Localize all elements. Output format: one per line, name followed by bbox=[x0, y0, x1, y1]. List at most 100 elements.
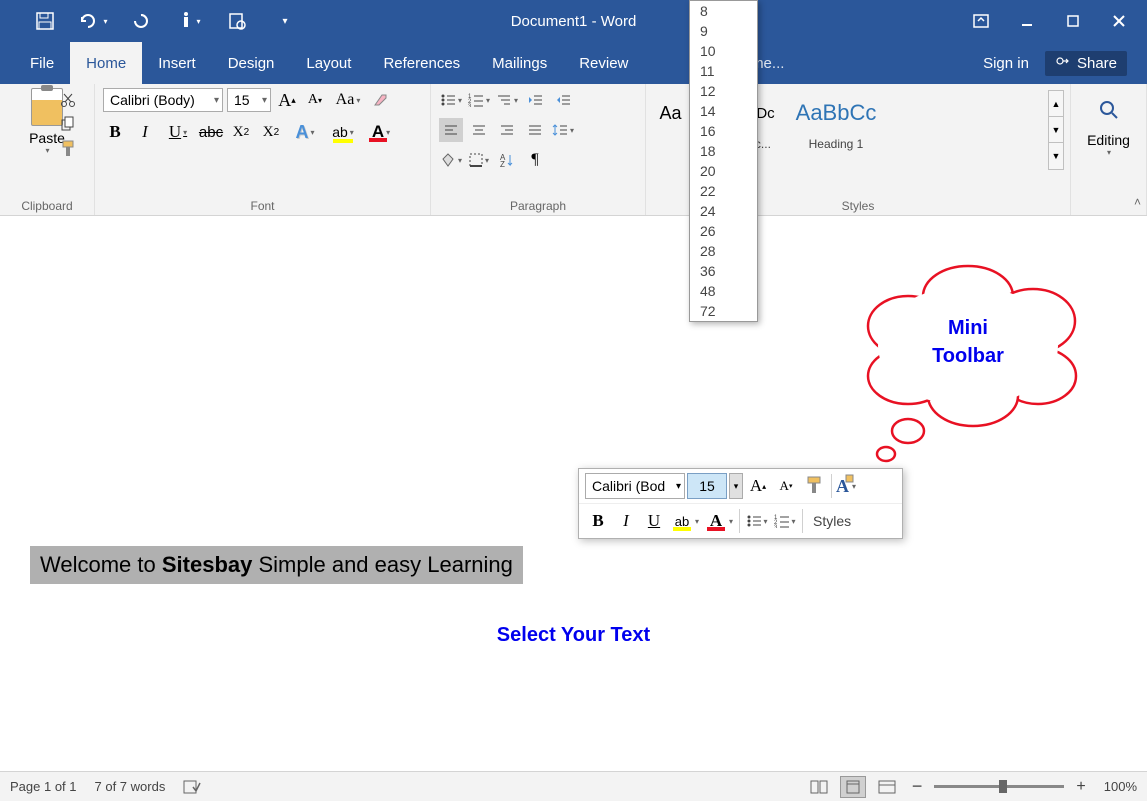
qat-customize-button[interactable]: ▾ bbox=[270, 6, 300, 36]
clear-formatting-button[interactable] bbox=[369, 88, 393, 112]
size-option-28[interactable]: 28 bbox=[690, 241, 757, 261]
mini-underline-button[interactable]: U bbox=[641, 508, 667, 534]
gallery-down-button[interactable]: ▼ bbox=[1049, 117, 1063, 143]
mini-font-combo[interactable]: Calibri (Bod bbox=[585, 473, 685, 499]
tab-review[interactable]: Review bbox=[563, 42, 644, 84]
minimize-button[interactable] bbox=[1007, 6, 1047, 36]
mini-italic-button[interactable]: I bbox=[613, 508, 639, 534]
bullets-button[interactable] bbox=[439, 88, 463, 112]
size-option-11[interactable]: 11 bbox=[690, 61, 757, 81]
word-count[interactable]: 7 of 7 words bbox=[95, 779, 166, 795]
close-button[interactable] bbox=[1099, 6, 1139, 36]
size-option-12[interactable]: 12 bbox=[690, 81, 757, 101]
mini-styles-button[interactable]: A bbox=[836, 473, 849, 499]
superscript-button[interactable]: X2 bbox=[259, 120, 283, 144]
borders-button[interactable] bbox=[467, 148, 491, 172]
size-option-26[interactable]: 26 bbox=[690, 221, 757, 241]
shrink-font-button[interactable]: A▾ bbox=[303, 88, 327, 112]
gallery-more-button[interactable]: ▼ bbox=[1049, 143, 1063, 169]
size-option-20[interactable]: 20 bbox=[690, 161, 757, 181]
align-center-button[interactable] bbox=[467, 118, 491, 142]
mini-format-painter-button[interactable] bbox=[801, 473, 827, 499]
align-left-button[interactable] bbox=[439, 118, 463, 142]
size-option-16[interactable]: 16 bbox=[690, 121, 757, 141]
size-option-22[interactable]: 22 bbox=[690, 181, 757, 201]
increase-indent-button[interactable] bbox=[551, 88, 575, 112]
format-painter-button[interactable] bbox=[60, 140, 76, 158]
tab-insert[interactable]: Insert bbox=[142, 42, 212, 84]
size-option-9[interactable]: 9 bbox=[690, 21, 757, 41]
find-button[interactable] bbox=[1079, 88, 1138, 132]
size-option-36[interactable]: 36 bbox=[690, 261, 757, 281]
style-item-heading1[interactable]: AaBbCc Heading 1 bbox=[788, 88, 884, 176]
size-option-8[interactable]: 8 bbox=[690, 1, 757, 21]
tab-references[interactable]: References bbox=[367, 42, 476, 84]
mini-font-color-button[interactable]: A▾ bbox=[703, 508, 729, 534]
font-name-combo[interactable]: Calibri (Body) bbox=[103, 88, 223, 112]
mini-size-combo[interactable]: 15 bbox=[687, 473, 727, 499]
cut-button[interactable] bbox=[60, 92, 76, 108]
grow-font-button[interactable]: A▴ bbox=[275, 88, 299, 112]
copy-button[interactable] bbox=[60, 116, 76, 132]
font-color-button[interactable]: A bbox=[365, 120, 397, 144]
collapse-ribbon-button[interactable]: ˄ bbox=[1134, 195, 1141, 209]
size-option-18[interactable]: 18 bbox=[690, 141, 757, 161]
align-right-button[interactable] bbox=[495, 118, 519, 142]
zoom-slider[interactable] bbox=[934, 785, 1064, 788]
size-option-72[interactable]: 72 bbox=[690, 301, 757, 321]
mini-shrink-font-button[interactable]: A▾ bbox=[773, 473, 799, 499]
tab-mailings[interactable]: Mailings bbox=[476, 42, 563, 84]
mini-bold-button[interactable]: B bbox=[585, 508, 611, 534]
numbering-button[interactable]: 123 bbox=[467, 88, 491, 112]
zoom-level[interactable]: 100% bbox=[1104, 779, 1137, 794]
text-effects-button[interactable]: A bbox=[289, 120, 321, 144]
share-button[interactable]: Share bbox=[1045, 51, 1127, 76]
underline-button[interactable]: U bbox=[163, 120, 193, 144]
selected-text[interactable]: Welcome to Sitesbay Simple and easy Lear… bbox=[30, 546, 523, 584]
show-hide-button[interactable]: ¶ bbox=[523, 148, 547, 172]
print-layout-button[interactable] bbox=[840, 776, 866, 798]
size-option-24[interactable]: 24 bbox=[690, 201, 757, 221]
decrease-indent-button[interactable] bbox=[523, 88, 547, 112]
line-spacing-button[interactable] bbox=[551, 118, 575, 142]
sign-in-link[interactable]: Sign in bbox=[983, 55, 1029, 72]
multilevel-list-button[interactable] bbox=[495, 88, 519, 112]
save-button[interactable] bbox=[30, 6, 60, 36]
read-mode-button[interactable] bbox=[806, 776, 832, 798]
tab-design[interactable]: Design bbox=[212, 42, 291, 84]
print-preview-button[interactable] bbox=[222, 6, 252, 36]
page-indicator[interactable]: Page 1 of 1 bbox=[10, 779, 77, 795]
redo-button[interactable] bbox=[126, 6, 156, 36]
tab-layout[interactable]: Layout bbox=[290, 42, 367, 84]
bold-button[interactable]: B bbox=[103, 120, 127, 144]
highlight-button[interactable]: ab bbox=[327, 120, 359, 144]
mini-bullets-button[interactable]: ▾ bbox=[744, 508, 770, 534]
gallery-up-button[interactable]: ▲ bbox=[1049, 91, 1063, 117]
maximize-button[interactable] bbox=[1053, 6, 1093, 36]
strikethrough-button[interactable]: abc bbox=[199, 120, 223, 144]
size-option-14[interactable]: 14 bbox=[690, 101, 757, 121]
subscript-button[interactable]: X2 bbox=[229, 120, 253, 144]
mini-styles-label[interactable]: Styles bbox=[807, 513, 857, 529]
ribbon-display-button[interactable] bbox=[961, 6, 1001, 36]
size-option-48[interactable]: 48 bbox=[690, 281, 757, 301]
justify-button[interactable] bbox=[523, 118, 547, 142]
tab-file[interactable]: File bbox=[0, 42, 70, 84]
font-size-combo[interactable]: 15 bbox=[227, 88, 271, 112]
spell-check-icon[interactable] bbox=[183, 779, 201, 795]
mini-grow-font-button[interactable]: A▴ bbox=[745, 473, 771, 499]
zoom-out-button[interactable]: − bbox=[908, 776, 927, 797]
style-item-normal[interactable]: Aa bbox=[654, 88, 688, 176]
web-layout-button[interactable] bbox=[874, 776, 900, 798]
sort-button[interactable]: AZ bbox=[495, 148, 519, 172]
tab-home[interactable]: Home bbox=[70, 42, 142, 84]
mini-highlight-button[interactable]: ab▾ bbox=[669, 508, 695, 534]
undo-button[interactable]: ▾ bbox=[78, 6, 108, 36]
shading-button[interactable] bbox=[439, 148, 463, 172]
mini-size-dropdown-button[interactable]: ▾ bbox=[729, 473, 743, 499]
italic-button[interactable]: I bbox=[133, 120, 157, 144]
touch-mode-button[interactable]: ▾ bbox=[174, 6, 204, 36]
change-case-button[interactable]: Aa bbox=[331, 88, 365, 112]
mini-numbering-button[interactable]: 123▾ bbox=[772, 508, 798, 534]
zoom-in-button[interactable]: + bbox=[1072, 778, 1089, 796]
